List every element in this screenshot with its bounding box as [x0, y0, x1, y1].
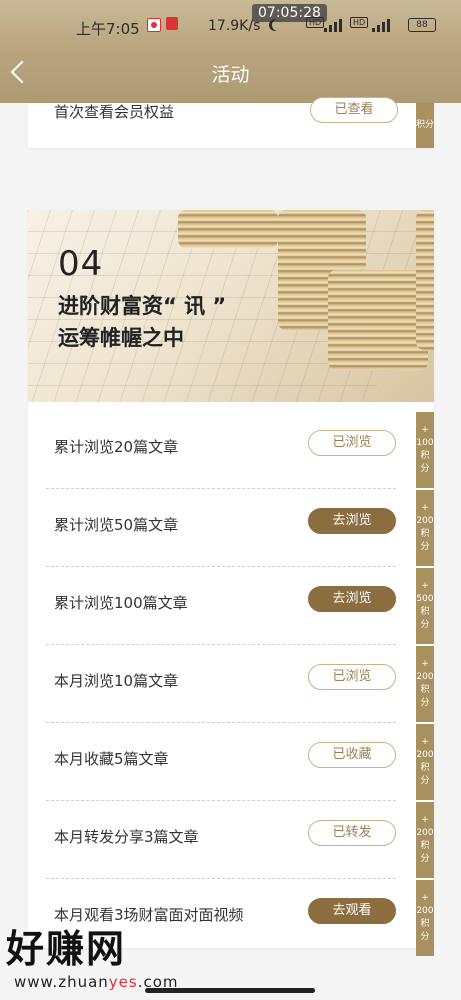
banner-heading-line1: 进阶财富资“ 讯 ” — [58, 294, 227, 318]
points-badge: 积分 — [416, 103, 434, 148]
points-plus: + — [421, 425, 429, 435]
home-indicator[interactable] — [145, 988, 315, 993]
task-row: 本月浏览10篇文章 已浏览 — [46, 644, 396, 723]
hd-icon-2: HD — [350, 17, 369, 28]
battery-icon: 88 — [408, 18, 436, 32]
notification-app-icon — [166, 17, 178, 30]
points-unit: 分 — [420, 854, 430, 864]
coin-stack-image — [416, 210, 434, 350]
points-value: 200 — [416, 828, 434, 838]
points-unit: 积 — [420, 763, 430, 773]
task-row: 累计浏览20篇文章 已浏览 — [46, 410, 396, 489]
task-card-04: 04 进阶财富资“ 讯 ” 运筹帷幄之中 累计浏览20篇文章 已浏览 +100 积分累… — [28, 210, 434, 956]
points-unit: 积 — [420, 685, 430, 695]
points-badge: +200 积分 — [416, 802, 434, 878]
coin-stack-image — [178, 210, 278, 248]
alarm-icon — [147, 18, 161, 32]
points-unit: 分 — [420, 464, 430, 474]
task-label: 首次查看会员权益 — [54, 103, 175, 121]
moon-icon — [272, 19, 284, 31]
points-plus: + — [421, 737, 429, 747]
task-action-button[interactable]: 去浏览 — [308, 586, 396, 612]
banner-image: 04 进阶财富资“ 讯 ” 运筹帷幄之中 — [28, 210, 434, 402]
points-badge: +200 积分 — [416, 880, 434, 956]
task-label: 本月转发分享3篇文章 — [54, 828, 199, 846]
points-unit: 分 — [420, 620, 430, 630]
task-action-button[interactable]: 去观看 — [308, 898, 396, 924]
points-unit: 分 — [420, 776, 430, 786]
status-time: 上午7:05 — [76, 20, 140, 38]
points-value: 500 — [416, 594, 434, 604]
status-bar: 上午7:05 17.9K/s 07:05:28 HD HD 88 — [0, 0, 461, 50]
signal-icon-2 — [372, 16, 398, 32]
points-value: 200 — [416, 516, 434, 526]
points-value: 200 — [416, 906, 434, 916]
points-value: 100 — [416, 438, 434, 448]
task-action-button[interactable]: 去浏览 — [308, 508, 396, 534]
points-plus: + — [421, 893, 429, 903]
banner-number: 04 — [58, 244, 104, 284]
points-unit: 分 — [420, 932, 430, 942]
task-completed-button[interactable]: 已浏览 — [308, 664, 396, 690]
signal-icon — [324, 16, 350, 32]
points-plus: + — [421, 503, 429, 513]
points-unit: 分 — [420, 698, 430, 708]
points-plus: + — [421, 659, 429, 669]
task-label: 累计浏览50篇文章 — [54, 516, 179, 534]
task-completed-button[interactable]: 已收藏 — [308, 742, 396, 768]
points-unit: 积 — [420, 841, 430, 851]
points-plus: + — [421, 815, 429, 825]
watermark-title: 好赚网 — [6, 927, 127, 971]
nav-bar: 活动 — [0, 50, 461, 103]
page-title: 活动 — [211, 64, 250, 86]
points-value: 200 — [416, 750, 434, 760]
points-unit: 积 — [420, 451, 430, 461]
viewed-button[interactable]: 已查看 — [310, 97, 398, 123]
coin-stack-image — [328, 270, 428, 370]
task-row: 累计浏览50篇文章 去浏览 — [46, 488, 396, 567]
points-plus: + — [421, 581, 429, 591]
points-unit: 积 — [420, 919, 430, 929]
points-unit: 积 — [420, 607, 430, 617]
points-badge: +200 积分 — [416, 724, 434, 800]
task-label: 本月浏览10篇文章 — [54, 672, 179, 690]
task-completed-button[interactable]: 已浏览 — [308, 430, 396, 456]
points-unit: 分 — [420, 542, 430, 552]
task-label: 本月收藏5篇文章 — [54, 750, 169, 768]
points-badge: +200 积分 — [416, 646, 434, 722]
task-row: 本月收藏5篇文章 已收藏 — [46, 722, 396, 801]
points-unit: 积 — [420, 529, 430, 539]
points-badge: +100 积分 — [416, 412, 434, 488]
task-completed-button[interactable]: 已转发 — [308, 820, 396, 846]
points-badge: +500 积分 — [416, 568, 434, 644]
task-card-previous: 首次查看会员权益 已查看 积分 — [28, 97, 434, 148]
task-row: 本月转发分享3篇文章 已转发 — [46, 800, 396, 879]
task-row: 累计浏览100篇文章 去浏览 — [46, 566, 396, 645]
points-badge: +200 积分 — [416, 490, 434, 566]
hd-icon: HD — [306, 17, 325, 28]
banner-heading-line2: 运筹帷幄之中 — [58, 326, 184, 350]
points-value: 200 — [416, 672, 434, 682]
watermark: 好赚网 www.zhuanyes.com — [6, 918, 179, 991]
task-label: 累计浏览20篇文章 — [54, 438, 179, 456]
task-label: 累计浏览100篇文章 — [54, 594, 188, 612]
